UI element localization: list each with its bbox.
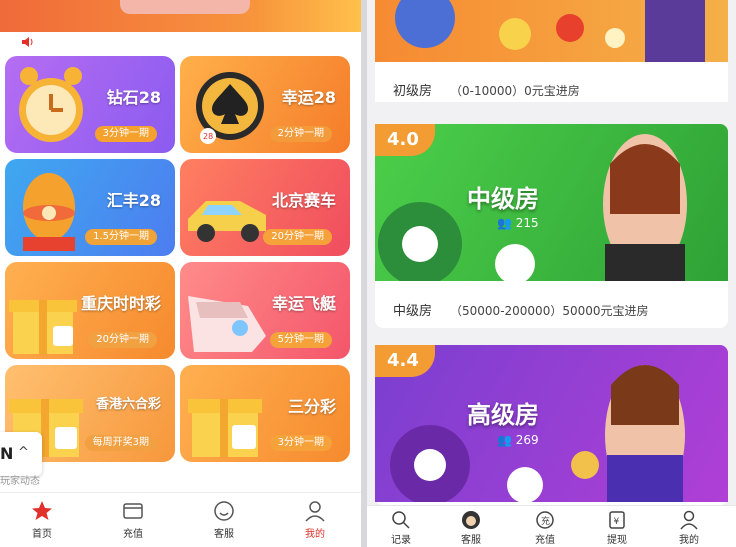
right-screen: 初级房 （0-10000）0元宝进房 4.0 中级房 👥 215 中级房 （5000…: [367, 0, 736, 547]
tab-label: 我的: [305, 529, 325, 540]
game-period: 每周开奖3期: [84, 435, 157, 451]
gift-box-icon: [188, 399, 262, 457]
svg-text:充: 充: [541, 515, 550, 527]
alarm-clock-icon: [19, 67, 83, 142]
tab-label: 客服: [214, 529, 234, 540]
game-card-chongqing-ssc[interactable]: 重庆时时彩 20分钟一期: [5, 262, 175, 359]
game-period: 20分钟一期: [263, 229, 332, 245]
smile-icon: [189, 499, 259, 523]
tab-label: 提现: [607, 535, 627, 546]
game-name: 汇丰28: [106, 191, 161, 210]
room-range: （0-10000）0元宝进房: [450, 84, 580, 98]
star-icon: [7, 499, 77, 523]
game-name: 北京赛车: [271, 191, 336, 210]
tab-service[interactable]: 客服: [441, 510, 501, 546]
game-period: 2分钟一期: [269, 126, 332, 142]
room-caption: 初级房 （0-10000）0元宝进房: [393, 80, 580, 99]
banner-ribbon: [120, 0, 250, 14]
bottom-tabbar: 首页 充值 客服 我的: [0, 492, 361, 547]
tab-mine[interactable]: 我的: [659, 510, 719, 546]
left-screen: 钻石28 3分钟一期 28 幸运28 2分钟一期 汇丰28 1.5分钟一期 北京…: [0, 0, 361, 547]
tab-label: 我的: [679, 535, 699, 546]
room-banner: [375, 0, 728, 62]
tab-label: 充值: [123, 529, 143, 540]
game-period: 3分钟一期: [94, 126, 157, 142]
game-name: 三分彩: [287, 397, 336, 416]
online-count: 👥 269: [497, 433, 539, 447]
room-range: （50000-200000）50000元宝进房: [450, 304, 649, 318]
game-card-lucky-airship[interactable]: 幸运飞艇 5分钟一期: [180, 262, 350, 359]
room-name: 初级房: [393, 84, 433, 99]
tab-label: 客服: [461, 535, 481, 546]
race-car-icon: [188, 201, 266, 242]
app-root: 钻石28 3分钟一期 28 幸运28 2分钟一期 汇丰28 1.5分钟一期 北京…: [0, 0, 736, 547]
chevron-up-icon[interactable]: ^: [18, 445, 29, 460]
billiard-ball-icon: [395, 0, 705, 62]
gift-box-icon: [9, 300, 77, 354]
tab-mine[interactable]: 我的: [280, 499, 350, 540]
tab-withdraw[interactable]: ¥ 提现: [587, 510, 647, 546]
boat-icon: [188, 296, 266, 352]
game-period: 1.5分钟一期: [85, 229, 157, 245]
bottom-tabbar: 记录 客服 充 充值 ¥ 提现 我的: [367, 505, 736, 547]
game-name: 幸运飞艇: [271, 294, 336, 313]
room-card-advanced[interactable]: 4.4 高级房 👥 269: [375, 345, 728, 505]
room-caption: 中级房 （50000-200000）50000元宝进房: [393, 300, 649, 319]
online-count: 👥 215: [497, 216, 539, 230]
room-name: 中级房: [393, 304, 433, 319]
tab-label: 充值: [535, 535, 555, 546]
game-name: 钻石28: [106, 88, 161, 107]
language-popup[interactable]: N ^: [0, 432, 42, 476]
game-card-lucky28[interactable]: 28 幸运28 2分钟一期: [180, 56, 350, 153]
game-card-three-minute[interactable]: 三分彩 3分钟一期: [180, 365, 350, 462]
tab-recharge[interactable]: 充 充值: [515, 510, 575, 546]
game-period: 20分钟一期: [88, 332, 157, 348]
search-icon: [371, 510, 431, 530]
speaker-icon: [22, 37, 34, 50]
spade-chip-icon: 28: [196, 72, 264, 144]
game-period: 5分钟一期: [269, 332, 332, 348]
room-card-beginner[interactable]: 初级房 （0-10000）0元宝进房: [375, 0, 728, 102]
tab-label: 记录: [391, 535, 411, 546]
game-card-hsbc28[interactable]: 汇丰28 1.5分钟一期: [5, 159, 175, 256]
svg-text:¥: ¥: [614, 517, 620, 527]
tab-recharge[interactable]: 充值: [98, 499, 168, 540]
top-banner[interactable]: [0, 0, 361, 32]
withdraw-icon: ¥: [587, 510, 647, 530]
online-number: 269: [515, 433, 539, 447]
tab-service[interactable]: 客服: [189, 499, 259, 540]
game-card-beijing-racing[interactable]: 北京赛车 20分钟一期: [180, 159, 350, 256]
room-title: 中级房: [467, 185, 539, 213]
game-name: 重庆时时彩: [80, 294, 161, 313]
user-icon: [659, 510, 719, 530]
room-title: 高级房: [467, 401, 539, 429]
game-name: 幸运28: [281, 88, 336, 107]
game-name: 香港六合彩: [95, 397, 161, 412]
tab-label: 首页: [32, 529, 52, 540]
tab-records[interactable]: 记录: [371, 510, 431, 546]
room-card-intermediate[interactable]: 4.0 中级房 👥 215 中级房 （50000-200000）50000元宝进房: [375, 124, 728, 328]
svg-text:28: 28: [203, 132, 213, 141]
egg-icon: [23, 173, 75, 251]
tab-home[interactable]: 首页: [7, 499, 77, 540]
coin-icon: 充: [515, 510, 575, 530]
online-number: 215: [515, 216, 539, 230]
avatar-icon: [441, 510, 501, 530]
user-icon: [280, 499, 350, 523]
wallet-icon: [98, 499, 168, 523]
game-period: 3分钟一期: [269, 435, 332, 451]
faded-text: 玩家动态: [0, 476, 40, 487]
game-card-diamond28[interactable]: 钻石28 3分钟一期: [5, 56, 175, 153]
popup-letter: N: [0, 444, 14, 463]
